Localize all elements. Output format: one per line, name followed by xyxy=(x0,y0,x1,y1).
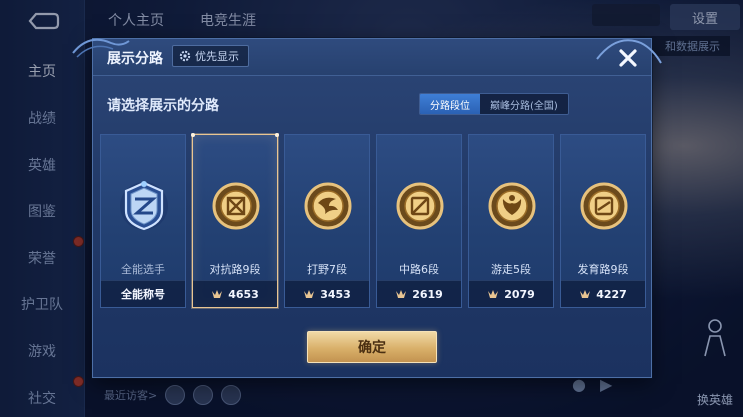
allround-emblem-icon xyxy=(120,181,168,231)
lane-card-name: 发育路9段 xyxy=(577,263,629,276)
lane-card-jungle[interactable]: 打野7段 3453 xyxy=(284,134,370,308)
lane-card-roam[interactable]: 游走5段 2079 xyxy=(468,134,554,308)
modal-header: 展示分路 优先显示 xyxy=(72,38,662,76)
tab-peak-lane[interactable]: 巅峰分路(全国) xyxy=(480,94,568,114)
priority-display-button[interactable]: 优先显示 xyxy=(172,45,249,67)
lane-card-footer: 全能称号 xyxy=(101,280,185,307)
lane-card-mid[interactable]: 中路6段 2619 xyxy=(376,134,462,308)
lane-card-name: 对抗路9段 xyxy=(209,263,261,276)
lane-card-footer: 4653 xyxy=(193,280,277,307)
lane-card-name: 打野7段 xyxy=(307,263,347,276)
mid-lane-emblem-icon xyxy=(396,182,444,230)
lane-card-name: 中路6段 xyxy=(399,263,439,276)
lane-display-modal: 展示分路 优先显示 请选择展示的分路 分路段位 巅峰分路(全国) 全能选手 全能… xyxy=(72,38,662,378)
lane-card-footer: 4227 xyxy=(561,280,645,307)
lane-score: 4653 xyxy=(228,287,259,301)
priority-display-label: 优先显示 xyxy=(195,50,239,63)
roam-emblem-icon xyxy=(488,182,536,230)
allround-title-label: 全能称号 xyxy=(121,288,165,301)
tab-lane-rank[interactable]: 分路段位 xyxy=(420,94,480,114)
lane-card-footer: 3453 xyxy=(285,280,369,307)
gear-icon xyxy=(179,50,191,62)
lane-score: 3453 xyxy=(320,287,351,301)
lane-score: 2619 xyxy=(412,287,443,301)
lane-card-footer: 2619 xyxy=(377,280,461,307)
selection-corner-dot xyxy=(275,133,279,137)
lane-card-farm[interactable]: 发育路9段 4227 xyxy=(560,134,646,308)
selection-corner-dot xyxy=(191,133,195,137)
peak-score-icon xyxy=(488,290,499,298)
confirm-button[interactable]: 确定 xyxy=(307,331,437,363)
jungle-emblem-icon xyxy=(304,182,352,230)
lane-score: 4227 xyxy=(596,287,627,301)
peak-score-icon xyxy=(396,290,407,298)
confirm-label: 确定 xyxy=(358,340,386,356)
peak-score-icon xyxy=(580,290,591,298)
lane-mode-segmented-control: 分路段位 巅峰分路(全国) xyxy=(419,93,569,115)
farm-lane-emblem-icon xyxy=(580,182,628,230)
lane-card-name: 游走5段 xyxy=(491,263,531,276)
lane-card-allround[interactable]: 全能选手 全能称号 xyxy=(100,134,186,308)
modal-title: 展示分路 xyxy=(107,51,163,67)
lane-card-name: 全能选手 xyxy=(121,263,165,276)
lane-select-prompt: 请选择展示的分路 xyxy=(107,98,219,114)
peak-score-icon xyxy=(304,290,315,298)
lane-card-clash[interactable]: 对抗路9段 4653 xyxy=(191,133,279,308)
close-button[interactable] xyxy=(613,43,643,73)
clash-lane-emblem-icon xyxy=(212,182,260,230)
lane-score: 2079 xyxy=(504,287,535,301)
lane-card-footer: 2079 xyxy=(469,280,553,307)
close-icon xyxy=(619,49,637,67)
peak-score-icon xyxy=(212,290,223,298)
